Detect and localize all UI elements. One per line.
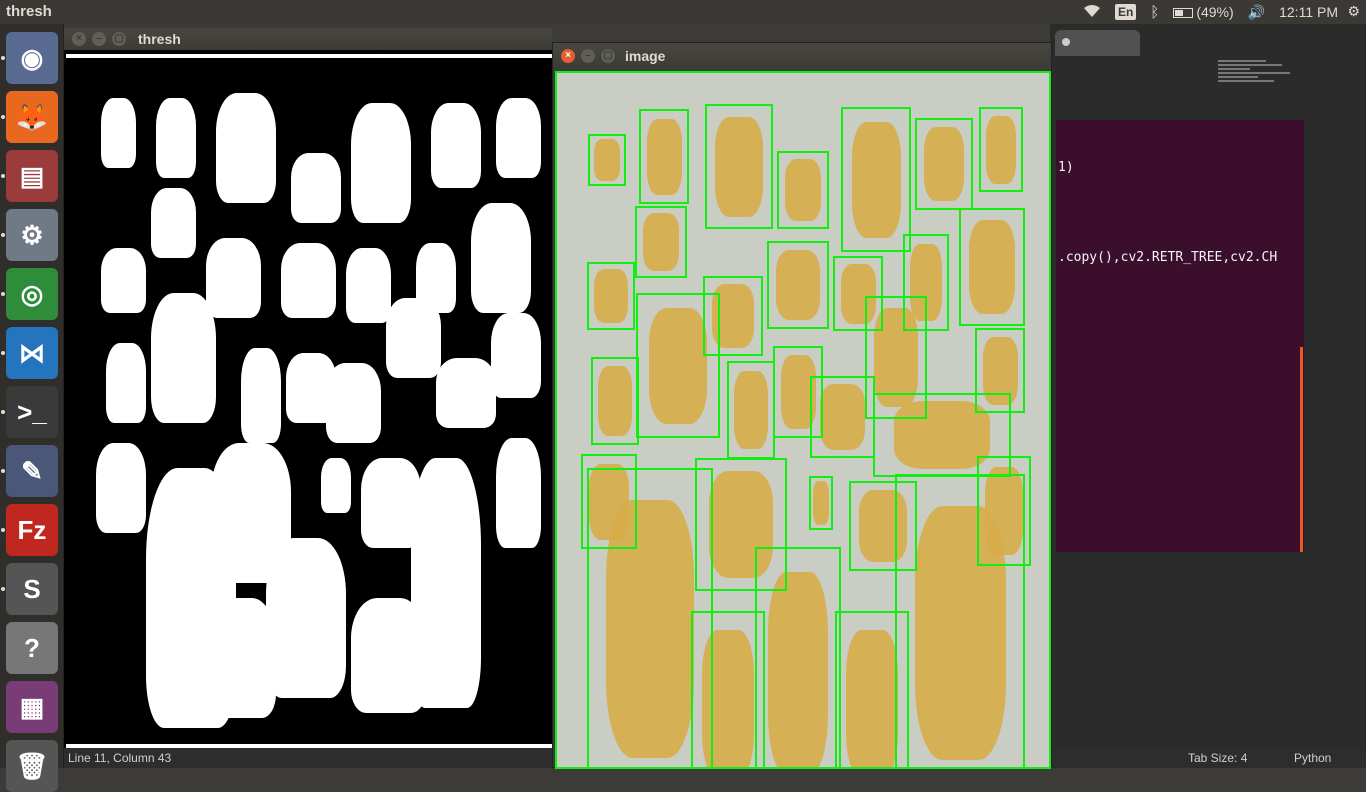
ubuntu-dash-glyph: ◉ [20,42,44,73]
threshold-shape [291,153,341,223]
battery-icon [1173,8,1194,19]
threshold-shape [326,363,381,443]
keyboard-layout-indicator[interactable]: En [1114,4,1137,20]
running-indicator [1,115,5,119]
vscode-icon[interactable]: ⋈ [6,327,58,379]
threshold-shape [281,243,336,318]
cursor-position: Line 11, Column 43 [68,751,172,765]
files-glyph: ▤ [19,160,45,191]
outer-bounding-box [555,71,1051,769]
chrome-glyph: ◎ [20,278,44,309]
battery-indicator[interactable]: (49%) [1173,4,1234,20]
threshold-shape [101,98,136,168]
running-indicator [1,410,5,414]
threshold-shape [216,93,276,203]
inkscape-glyph: ✎ [21,455,43,486]
battery-percentage: (49%) [1196,4,1234,20]
tab-size-selector[interactable]: Tab Size: 4 [1188,751,1247,765]
threshold-shape [151,188,196,258]
threshold-shape [496,438,541,548]
help-glyph: ? [24,632,40,663]
running-indicator [1,528,5,532]
threshold-shape [101,248,146,313]
system-settings-icon[interactable]: ⚙ [6,209,58,261]
chrome-icon[interactable]: ◎ [6,268,58,320]
firefox-glyph: 🦊 [15,101,49,132]
running-indicator [1,174,5,178]
threshold-shape [471,203,531,313]
power-gear-icon[interactable]: ⚙ [1347,3,1360,20]
running-indicator [1,233,5,237]
threshold-shape [386,298,441,378]
window-title: image [625,48,666,64]
top-panel: thresh En ᛒ (49%) 🔊 12:11 PM ⚙ [0,0,1366,24]
firefox-icon[interactable]: 🦊 [6,91,58,143]
syntax-selector[interactable]: Python [1294,751,1331,765]
bluetooth-icon[interactable]: ᛒ [1150,4,1159,21]
volume-icon[interactable]: 🔊 [1248,4,1265,21]
threshold-shape [106,343,146,423]
threshold-shape [156,98,196,178]
threshold-shape [431,103,481,188]
threshold-shape [206,238,261,318]
system-tray: En ᛒ (49%) 🔊 12:11 PM ⚙ [1083,0,1366,24]
inkscape-icon[interactable]: ✎ [6,445,58,497]
filezilla-icon[interactable]: Fz [6,504,58,556]
terminal-icon[interactable]: >_ [6,386,58,438]
threshold-shape [346,248,391,323]
thresh-image [66,54,552,748]
threshold-shape [351,598,426,713]
threshold-shape [351,103,411,223]
running-indicator [1,469,5,473]
sublime-text-glyph: S [23,573,41,604]
threshold-shape [241,348,281,443]
tab-close-icon[interactable] [1062,38,1070,46]
image-window-titlebar[interactable]: × – ▢ image [553,43,1051,69]
maximize-icon[interactable]: ▢ [112,32,126,46]
ubuntu-dash-icon[interactable]: ◉ [6,32,58,84]
threshold-shape [496,98,541,178]
maximize-icon[interactable]: ▢ [601,49,615,63]
threshold-shape [321,458,351,513]
vscode-glyph: ⋈ [19,337,45,368]
trash-glyph: 🗑 [15,750,49,781]
terminal-glyph: >_ [17,396,47,427]
help-icon[interactable]: ? [6,622,58,674]
thresh-window: × – ▢ thresh [64,28,552,748]
filezilla-glyph: Fz [17,514,47,545]
threshold-shape [436,358,496,428]
window-title: thresh [138,31,181,47]
editor-code-area[interactable]: 1) .copy(),cv2.RETR_TREE,cv2.CH [1056,120,1304,552]
wifi-icon[interactable] [1083,4,1101,21]
close-icon[interactable]: × [561,49,575,63]
close-icon[interactable]: × [72,32,86,46]
system-settings-glyph: ⚙ [20,219,44,250]
editor-scroll-marker [1300,347,1303,552]
workspace-switcher-glyph: ▦ [19,691,45,722]
code-line: .copy(),cv2.RETR_TREE,cv2.CH [1058,250,1278,265]
threshold-shape [96,443,146,533]
files-icon[interactable]: ▤ [6,150,58,202]
threshold-shape [151,293,216,423]
running-indicator [1,292,5,296]
threshold-shape [266,538,346,698]
code-line: 1) [1058,160,1074,175]
trash-icon[interactable]: 🗑 [6,740,58,792]
launcher: ◉ 🦊 ▤ ⚙ ◎ ⋈ >_ ✎ Fz S? ▦ 🗑 [0,24,64,792]
workspace-switcher-icon[interactable]: ▦ [6,681,58,733]
active-app-title: thresh [6,3,52,20]
pendants-photo [555,71,1051,769]
running-indicator [1,56,5,60]
running-indicator [1,587,5,591]
minimize-icon[interactable]: – [92,32,106,46]
thresh-window-titlebar[interactable]: × – ▢ thresh [64,28,552,50]
clock[interactable]: 12:11 PM [1279,4,1338,20]
minimize-icon[interactable]: – [581,49,595,63]
editor-minimap[interactable] [1218,60,1298,92]
running-indicator [1,351,5,355]
image-window: × – ▢ image [552,42,1052,769]
sublime-text-icon[interactable]: S [6,563,58,615]
threshold-shape [491,313,541,398]
